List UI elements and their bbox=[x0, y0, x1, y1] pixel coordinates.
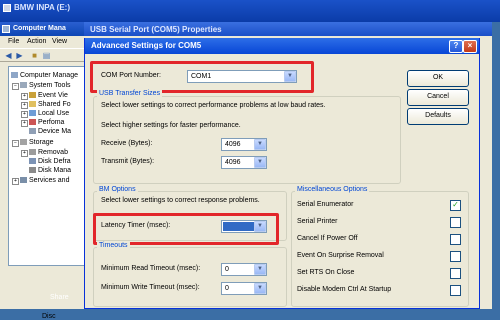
chevron-down-icon[interactable]: ▼ bbox=[254, 283, 266, 294]
cm-list-item-shared[interactable]: Share bbox=[50, 294, 69, 301]
cm-menu-bar: File Action View bbox=[0, 36, 90, 48]
min-write-timeout-label: Minimum Write Timeout (msec): bbox=[101, 284, 200, 291]
back-arrow-icon[interactable]: ◀ bbox=[4, 51, 13, 60]
set-rts-on-close-checkbox[interactable] bbox=[450, 268, 461, 279]
timeouts-group bbox=[93, 247, 287, 307]
cm-toolbar: ◀ ▶ ■ ▤ bbox=[0, 48, 90, 62]
help-icon[interactable]: ? bbox=[449, 40, 463, 53]
tree-removable-storage[interactable]: Removab bbox=[29, 148, 68, 157]
com-port-highlight bbox=[90, 61, 314, 93]
tree-computer-management[interactable]: Computer Manage bbox=[11, 71, 78, 80]
device-manager-icon bbox=[29, 128, 36, 135]
transmit-value: 4096 bbox=[225, 159, 241, 166]
cm-title-bar[interactable]: Computer Mana bbox=[0, 22, 90, 36]
serial-printer-checkbox[interactable] bbox=[450, 217, 461, 228]
transmit-label: Transmit (Bytes): bbox=[101, 158, 155, 165]
usb-transfer-sizes-title: USB Transfer Sizes bbox=[97, 90, 163, 97]
misc-options-title: Miscellaneous Options bbox=[295, 186, 370, 193]
bm-options-text: Select lower settings to correct respons… bbox=[101, 197, 260, 204]
tree-disk-management[interactable]: Disk Mana bbox=[29, 166, 71, 175]
cancel-button[interactable]: Cancel bbox=[407, 89, 469, 106]
tree-expand-icon[interactable]: + bbox=[21, 102, 28, 109]
tree-system-tools[interactable]: System Tools bbox=[20, 81, 71, 90]
inpa-app-icon bbox=[3, 4, 11, 12]
cm-tree-pane: Computer Manage − System Tools + Event V… bbox=[8, 66, 90, 266]
event-on-surprise-removal-checkbox[interactable] bbox=[450, 251, 461, 262]
tree-expand-icon[interactable]: + bbox=[21, 111, 28, 118]
performance-icon bbox=[29, 119, 36, 126]
storage-icon bbox=[20, 139, 27, 146]
min-write-timeout-select[interactable]: 0 ▼ bbox=[221, 282, 267, 295]
tree-expand-icon[interactable]: + bbox=[21, 120, 28, 127]
min-read-timeout-label: Minimum Read Timeout (msec): bbox=[101, 265, 201, 272]
chevron-down-icon[interactable]: ▼ bbox=[254, 264, 266, 275]
advanced-settings-dialog: Advanced Settings for COM5 ? × COM Port … bbox=[84, 38, 480, 309]
usb-properties-title: USB Serial Port (COM5) Properties bbox=[90, 25, 222, 34]
min-read-timeout-value: 0 bbox=[225, 266, 229, 273]
tree-device-manager[interactable]: Device Ma bbox=[29, 127, 71, 136]
up-folder-icon[interactable]: ■ bbox=[30, 51, 39, 60]
show-hide-tree-icon[interactable]: ▤ bbox=[42, 51, 51, 60]
usb-lower-settings-text: Select lower settings to correct perform… bbox=[101, 102, 326, 109]
cancel-if-power-off-checkbox[interactable] bbox=[450, 234, 461, 245]
event-viewer-icon bbox=[29, 92, 36, 99]
misc-option-label: Set RTS On Close bbox=[297, 269, 355, 276]
tree-storage[interactable]: Storage bbox=[20, 138, 54, 147]
defrag-icon bbox=[29, 158, 36, 165]
inpa-window-title: BMW INPA (E:) bbox=[14, 3, 70, 12]
tree-local-users[interactable]: Local Use bbox=[29, 109, 69, 118]
bm-options-title: BM Options bbox=[97, 186, 138, 193]
latency-timer-highlight bbox=[93, 213, 279, 245]
chevron-down-icon[interactable]: ▼ bbox=[254, 157, 266, 168]
users-icon bbox=[29, 110, 36, 117]
shared-folder-icon bbox=[29, 101, 36, 108]
misc-option-label: Event On Surprise Removal bbox=[297, 252, 384, 259]
forward-arrow-icon[interactable]: ▶ bbox=[15, 51, 24, 60]
misc-option-label: Serial Enumerator bbox=[297, 201, 354, 208]
close-icon[interactable]: × bbox=[463, 40, 477, 53]
tools-icon bbox=[20, 82, 27, 89]
tree-disk-defragmenter[interactable]: Disk Defra bbox=[29, 157, 71, 166]
misc-option-label: Serial Printer bbox=[297, 218, 338, 225]
tree-expand-icon[interactable]: + bbox=[21, 150, 28, 157]
cm-title: Computer Mana bbox=[13, 25, 66, 32]
dialog-title: Advanced Settings for COM5 bbox=[91, 41, 202, 50]
tree-expand-icon[interactable]: + bbox=[21, 93, 28, 100]
dialog-title-bar[interactable]: Advanced Settings for COM5 ? × bbox=[85, 38, 479, 54]
menu-file[interactable]: File bbox=[8, 38, 19, 45]
defaults-button[interactable]: Defaults bbox=[407, 108, 469, 125]
computer-icon bbox=[11, 72, 18, 79]
services-icon bbox=[20, 177, 27, 184]
disable-modem-ctrl-checkbox[interactable] bbox=[450, 285, 461, 296]
min-write-timeout-value: 0 bbox=[225, 285, 229, 292]
tree-shared-folders[interactable]: Shared Fo bbox=[29, 100, 71, 109]
transmit-select[interactable]: 4096 ▼ bbox=[221, 156, 267, 169]
chevron-down-icon[interactable]: ▼ bbox=[254, 139, 266, 150]
receive-value: 4096 bbox=[225, 141, 241, 148]
tree-collapse-icon[interactable]: − bbox=[12, 140, 19, 147]
receive-label: Receive (Bytes): bbox=[101, 140, 153, 147]
receive-select[interactable]: 4096 ▼ bbox=[221, 138, 267, 151]
inpa-window: BMW INPA (E:) bbox=[0, 0, 500, 22]
usb-higher-settings-text: Select higher settings for faster perfor… bbox=[101, 122, 241, 129]
tree-performance[interactable]: Perfoma bbox=[29, 118, 64, 127]
tree-services-applications[interactable]: Services and bbox=[20, 176, 69, 185]
cm-list-item-disc[interactable]: Disc bbox=[42, 313, 56, 320]
serial-enumerator-checkbox[interactable]: ✓ bbox=[450, 200, 461, 211]
min-read-timeout-select[interactable]: 0 ▼ bbox=[221, 263, 267, 276]
timeouts-title: Timeouts bbox=[97, 242, 130, 249]
tree-collapse-icon[interactable]: − bbox=[12, 83, 19, 90]
usb-properties-title-bar[interactable]: USB Serial Port (COM5) Properties bbox=[84, 22, 492, 36]
menu-view[interactable]: View bbox=[52, 38, 67, 45]
menu-action[interactable]: Action bbox=[27, 38, 46, 45]
ok-button[interactable]: OK bbox=[407, 70, 469, 87]
misc-option-label: Disable Modem Ctrl At Startup bbox=[297, 286, 392, 293]
tree-expand-icon[interactable]: + bbox=[12, 178, 19, 185]
misc-option-label: Cancel If Power Off bbox=[297, 235, 358, 242]
removable-storage-icon bbox=[29, 149, 36, 156]
cm-app-icon bbox=[2, 25, 10, 33]
tree-event-viewer[interactable]: Event Vie bbox=[29, 91, 68, 100]
computer-management-window: Computer Mana File Action View ◀ ▶ ■ ▤ C… bbox=[0, 22, 90, 320]
disk-icon bbox=[29, 167, 36, 174]
